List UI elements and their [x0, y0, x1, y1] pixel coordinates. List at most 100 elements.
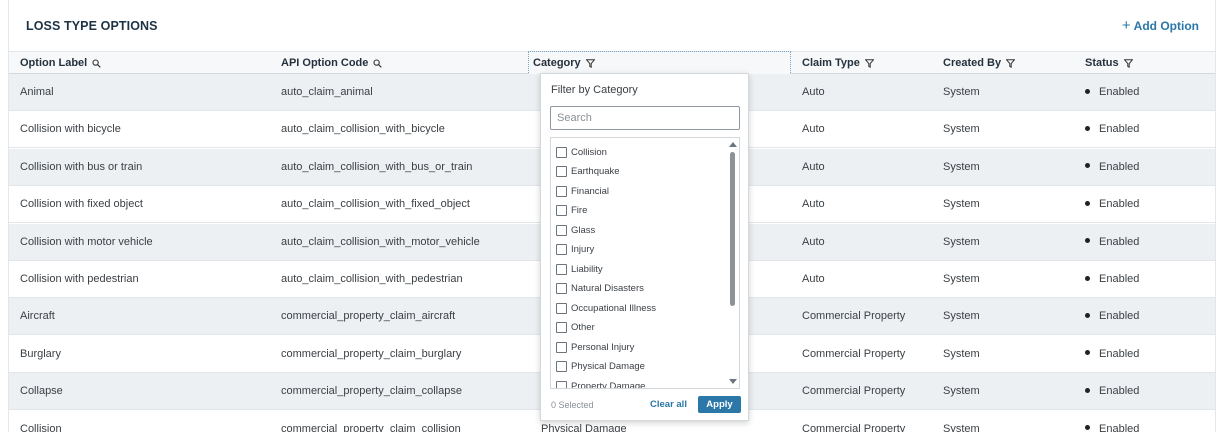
page-title: LOSS TYPE OPTIONS — [26, 19, 158, 33]
checkbox[interactable] — [556, 224, 567, 236]
checkbox[interactable] — [556, 263, 567, 275]
filter-list-scrollbar[interactable] — [728, 139, 738, 387]
filter-option-label: Property Damage — [571, 380, 646, 389]
filter-search-input[interactable] — [550, 106, 740, 130]
status-cell: Enabled — [1085, 373, 1139, 410]
scroll-up-arrow-icon[interactable] — [729, 142, 737, 147]
status-dot-icon — [1085, 312, 1090, 318]
category-filter-dropdown: Filter by Category Property Damage Physic… — [540, 73, 749, 421]
status-dot-icon — [1085, 88, 1090, 94]
filter-option[interactable]: Natural Disasters — [556, 281, 644, 297]
created-by-cell: System — [943, 198, 980, 211]
status-dot-icon — [1085, 200, 1090, 206]
status-cell: Enabled — [1085, 411, 1139, 432]
status-cell: Enabled — [1085, 74, 1139, 111]
add-option-button[interactable]: + Add Option — [1121, 17, 1199, 34]
filter-icon[interactable] — [1006, 58, 1016, 68]
table-header: Option Label API Option Code Category Cl… — [9, 51, 1215, 75]
created-by-cell: System — [943, 235, 980, 248]
checkbox[interactable] — [556, 244, 567, 255]
filter-option-label: Natural Disasters — [571, 283, 644, 294]
filter-icon[interactable] — [864, 58, 874, 68]
claim-type-cell: Commercial Property — [802, 385, 906, 398]
search-icon[interactable] — [92, 58, 101, 68]
api-option-code-cell: auto_claim_collision_with_pedestrian — [281, 273, 463, 285]
filter-options-list[interactable]: Property Damage Physical Damage Personal I… — [550, 137, 740, 389]
api-option-code-cell: auto_claim_collision_with_bicycle — [281, 123, 445, 136]
option-label-cell: Collision with fixed object — [20, 198, 143, 211]
created-by-cell: System — [943, 160, 980, 173]
filter-option-label: Other — [571, 322, 595, 333]
status-dot-icon — [1085, 425, 1090, 431]
status-text: Enabled — [1099, 385, 1140, 398]
search-icon[interactable] — [373, 58, 383, 68]
column-header-created-by[interactable]: Created By — [943, 52, 1016, 74]
filter-option[interactable]: Earthquake — [556, 164, 620, 180]
filter-option-label: Occupational Illness — [571, 302, 657, 314]
filter-option[interactable]: Injury — [556, 242, 594, 258]
filter-option-label: Glass — [571, 224, 596, 236]
filter-option-label: Financial — [571, 185, 610, 197]
option-label-cell: Collision with bicycle — [20, 123, 121, 136]
status-dot-icon — [1085, 387, 1090, 393]
filter-option[interactable]: Financial — [556, 183, 609, 199]
created-by-cell: System — [943, 385, 980, 398]
column-header-category[interactable]: Category — [528, 51, 791, 75]
checkbox[interactable] — [556, 283, 567, 294]
checkbox[interactable] — [556, 380, 567, 388]
status-text: Enabled — [1099, 123, 1140, 136]
option-label-cell: Aircraft — [20, 310, 55, 323]
status-text: Enabled — [1099, 310, 1140, 323]
status-text: Enabled — [1099, 86, 1140, 98]
clear-all-button[interactable]: Clear all — [650, 399, 687, 410]
column-header-claim-type[interactable]: Claim Type — [802, 52, 874, 74]
checkbox[interactable] — [556, 361, 567, 372]
filter-option[interactable]: Personal Injury — [556, 339, 634, 355]
status-cell: Enabled — [1085, 186, 1139, 223]
scroll-down-arrow-icon[interactable] — [729, 379, 737, 384]
status-text: Enabled — [1099, 347, 1140, 360]
api-option-code-cell: auto_claim_collision_with_bus_or_train — [281, 160, 473, 173]
plus-icon: + — [1121, 17, 1131, 34]
filter-option[interactable]: Glass — [556, 222, 595, 238]
filter-option[interactable]: Other — [556, 320, 595, 336]
option-label-cell: Collapse — [20, 385, 63, 398]
status-cell: Enabled — [1085, 224, 1139, 261]
checkbox[interactable] — [556, 166, 567, 177]
status-cell: Enabled — [1085, 298, 1139, 335]
api-option-code-cell: commercial_property_claim_burglary — [281, 347, 462, 360]
claim-type-cell: Auto — [802, 198, 825, 211]
scrollbar-thumb[interactable] — [730, 152, 735, 306]
option-label-cell: Collision with bus or train — [20, 160, 143, 173]
status-dot-icon — [1085, 163, 1090, 169]
filter-option[interactable]: Physical Damage — [556, 359, 645, 375]
column-header-option-label[interactable]: Option Label — [20, 52, 101, 74]
checkbox[interactable] — [556, 185, 567, 197]
status-cell: Enabled — [1085, 111, 1139, 148]
option-label-cell: Collision with pedestrian — [20, 273, 139, 285]
filter-option[interactable]: Occupational Illness — [556, 300, 656, 316]
filter-option[interactable]: Liability — [556, 261, 603, 277]
created-by-cell: System — [943, 347, 980, 360]
filter-option[interactable]: Property Damage — [556, 378, 646, 389]
column-header-api-option-code[interactable]: API Option Code — [281, 52, 383, 74]
status-dot-icon — [1085, 275, 1090, 281]
filter-option[interactable]: Collision — [556, 144, 607, 160]
checkbox[interactable] — [556, 205, 567, 216]
option-label-cell: Collision — [20, 422, 62, 432]
apply-button[interactable]: Apply — [698, 396, 741, 413]
filter-icon[interactable] — [585, 58, 595, 68]
filter-title: Filter by Category — [551, 84, 638, 96]
claim-type-cell: Commercial Property — [802, 310, 906, 323]
filter-option[interactable]: Fire — [556, 203, 587, 219]
filter-option-label: Fire — [571, 205, 588, 216]
checkbox[interactable] — [556, 302, 567, 314]
column-header-status[interactable]: Status — [1085, 52, 1133, 74]
status-cell: Enabled — [1085, 149, 1139, 186]
filter-option-label: Liability — [571, 263, 603, 275]
checkbox[interactable] — [556, 341, 567, 353]
checkbox[interactable] — [556, 146, 567, 158]
option-label-cell: Animal — [20, 86, 54, 98]
filter-icon[interactable] — [1123, 58, 1133, 68]
checkbox[interactable] — [556, 322, 567, 333]
